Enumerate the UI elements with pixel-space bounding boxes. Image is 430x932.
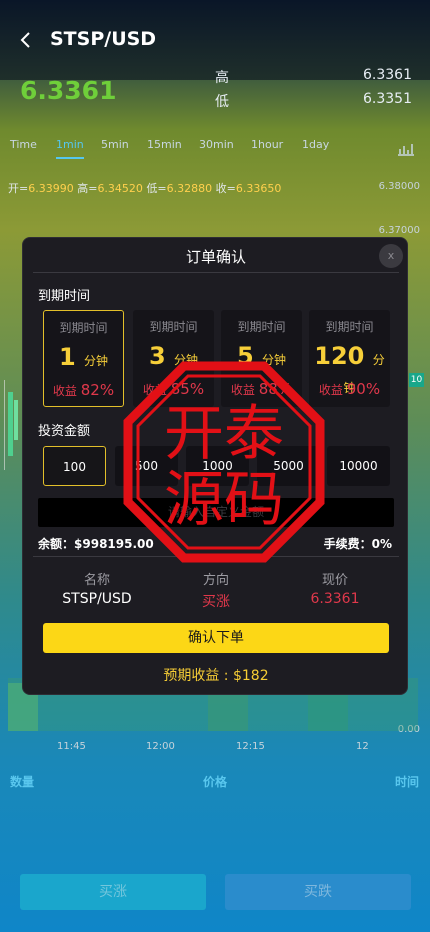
info-direction: 买涨 (202, 594, 230, 610)
tab-1hour[interactable]: 1hour (251, 138, 283, 151)
info-header-direction: 方向 (202, 573, 229, 588)
low-value: 6.3351 (363, 91, 412, 107)
expiry-option-1[interactable]: 到期时间 1 分钟 收益 82% (43, 310, 124, 407)
expiry-label: 到期时间 (38, 289, 91, 304)
watermark-stamp: 开泰 源码 (123, 361, 325, 563)
expected-profit: 预期收益 : $182 (163, 668, 269, 684)
tab-1min[interactable]: 1min (56, 138, 84, 159)
divider (33, 272, 399, 273)
tab-time[interactable]: Time (10, 138, 37, 151)
buy-down-button[interactable]: 买跌 (225, 874, 411, 910)
tab-15min[interactable]: 15min (147, 138, 182, 151)
fee-text: 手续费：0% (323, 537, 392, 551)
info-price: 6.3361 (310, 591, 360, 607)
tab-1day[interactable]: 1day (302, 138, 329, 151)
x-tick: 12:15 (236, 741, 265, 752)
chart-type-icon[interactable] (397, 141, 415, 156)
watermark-line1: 开泰 (164, 399, 284, 469)
close-icon[interactable]: x (379, 244, 403, 268)
confirm-order-button[interactable]: 确认下单 (43, 623, 389, 653)
x-tick: 12:00 (146, 741, 175, 752)
y-tick: 6.38000 (378, 181, 420, 192)
amount-option[interactable]: 10000 (327, 446, 390, 486)
info-header-name: 名称 (83, 573, 110, 588)
price-header: 价格 (203, 775, 228, 789)
high-value: 6.3361 (363, 67, 412, 83)
x-tick: 12 (356, 741, 369, 752)
price-tag-badge: 10 (409, 373, 424, 387)
low-label: 低 (215, 94, 229, 110)
page-title: STSP/USD (50, 28, 157, 50)
y-tick: 6.37000 (378, 225, 420, 236)
info-symbol: STSP/USD (62, 591, 132, 607)
high-label: 高 (215, 70, 229, 86)
qty-header: 数量 (10, 775, 35, 789)
info-header-price: 现价 (321, 573, 348, 588)
amount-label: 投资金额 (38, 424, 91, 439)
time-header: 时间 (395, 775, 420, 789)
buy-up-button[interactable]: 买涨 (20, 874, 206, 910)
watermark-line2: 源码 (164, 465, 284, 535)
ohlc-readout: 开=6.33990 高=6.34520 低=6.32880 收=6.33650 (8, 182, 282, 195)
timeframe-tabs: Time 1min 5min 15min 30min 1hour 1day (0, 138, 430, 162)
modal-title: 订单确认 (185, 248, 246, 266)
amount-option[interactable]: 100 (43, 446, 106, 486)
tab-30min[interactable]: 30min (199, 138, 234, 151)
x-tick: 11:45 (57, 741, 86, 752)
candlestick-stubs (4, 380, 18, 470)
tab-5min[interactable]: 5min (101, 138, 129, 151)
current-price: 6.3361 (20, 76, 117, 105)
back-arrow-icon[interactable] (16, 30, 36, 50)
